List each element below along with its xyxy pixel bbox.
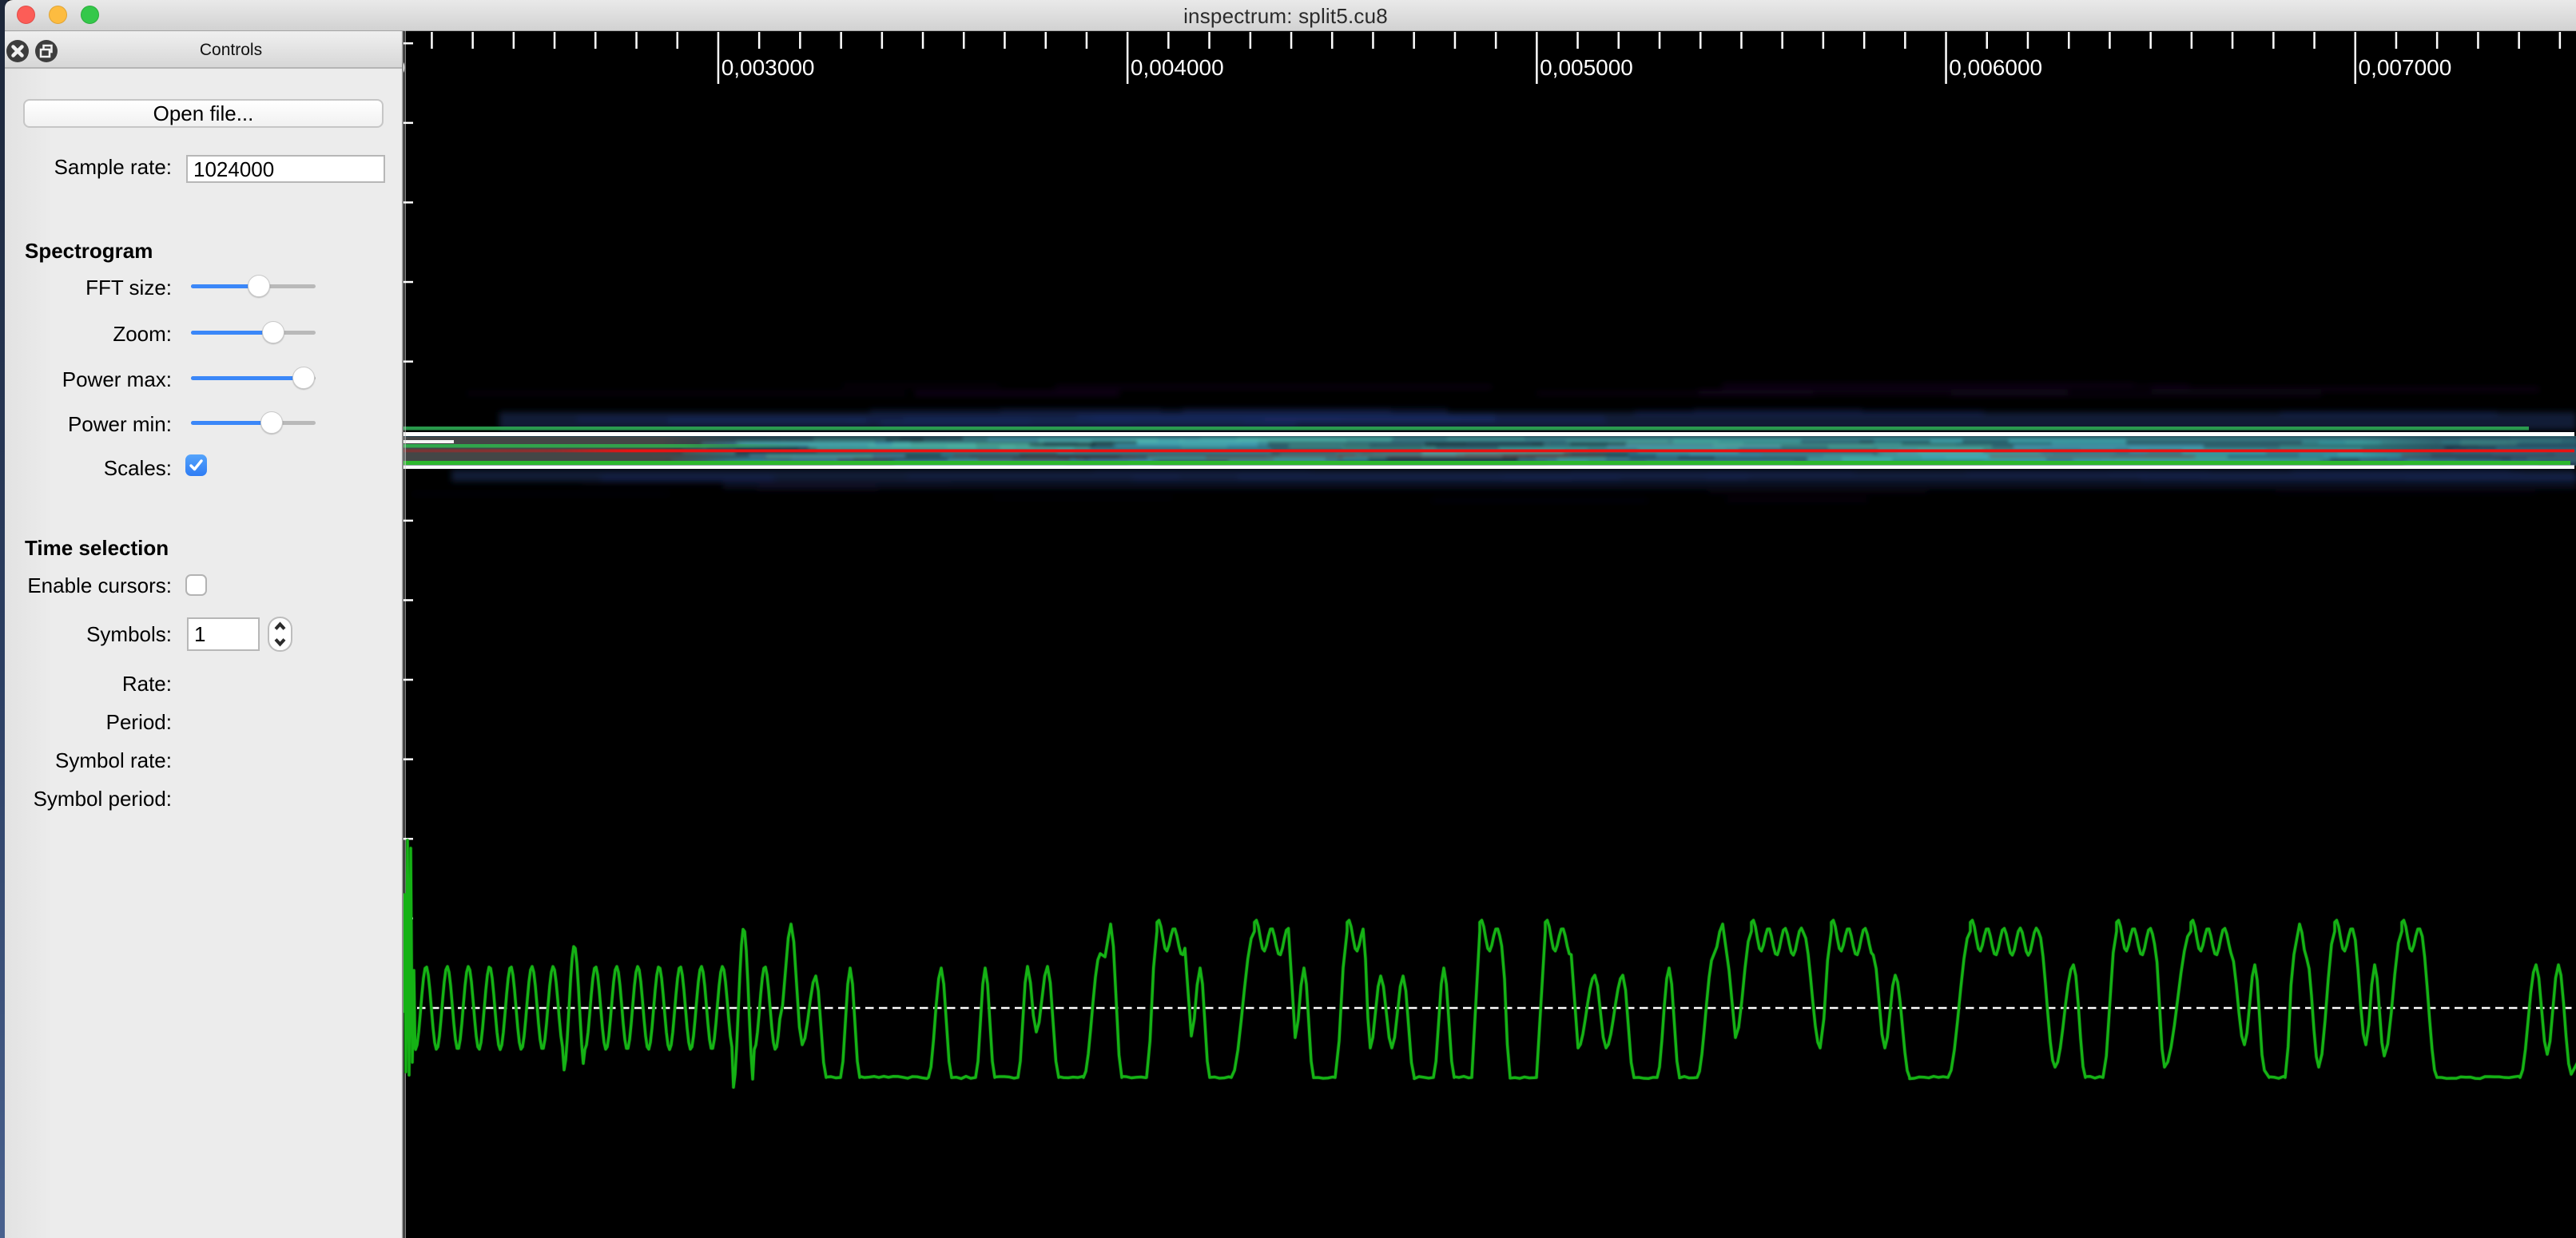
svg-text:0,003000: 0,003000 [722, 55, 815, 80]
svg-text:0,004000: 0,004000 [1131, 55, 1224, 80]
svg-text:0,007000: 0,007000 [2359, 55, 2452, 80]
svg-text:0,005000: 0,005000 [1540, 55, 1633, 80]
svg-text:0,006000: 0,006000 [1949, 55, 2042, 80]
